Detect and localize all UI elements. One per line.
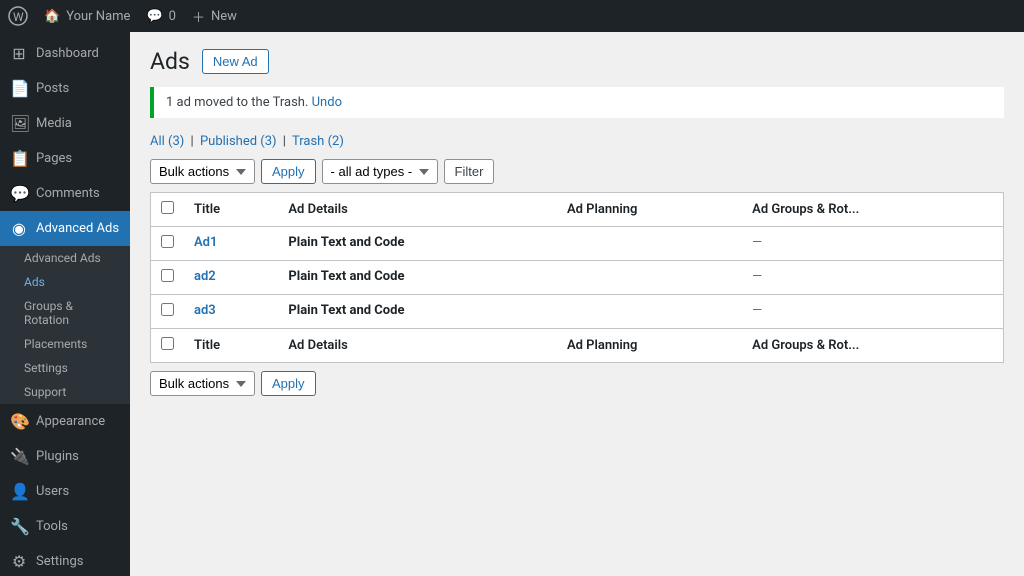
- tools-icon: 🔧: [10, 517, 28, 536]
- filter-tabs: All (3) | Published (3) | Trash (2): [150, 134, 1004, 149]
- row1-ad-planning: [557, 227, 742, 261]
- page-header: Ads New Ad: [150, 48, 1004, 75]
- comments-link[interactable]: 💬 0: [146, 9, 176, 24]
- sidebar-item-tools[interactable]: 🔧 Tools: [0, 509, 130, 544]
- svg-text:W: W: [13, 10, 24, 24]
- bulk-actions-bottom-select[interactable]: Bulk actions: [150, 371, 255, 396]
- col-ad-details-footer: Ad Details: [278, 329, 557, 363]
- col-checkbox-header: [151, 193, 185, 227]
- comments-icon: 💬: [10, 184, 28, 203]
- sidebar-item-comments[interactable]: 💬 Comments: [0, 176, 130, 211]
- select-all-footer-checkbox[interactable]: [161, 337, 174, 350]
- sidebar-item-users[interactable]: 👤 Users: [0, 474, 130, 509]
- bulk-actions-top-select[interactable]: Bulk actions: [150, 159, 255, 184]
- table-footer-row: Title Ad Details Ad Planning Ad Groups &…: [151, 329, 1004, 363]
- ad-type-filter-select[interactable]: - all ad types -: [322, 159, 438, 184]
- col-ad-groups-header: Ad Groups & Rot...: [742, 193, 1003, 227]
- row2-ad-planning: [557, 261, 742, 295]
- apply-top-button[interactable]: Apply: [261, 159, 316, 184]
- row3-check[interactable]: [161, 303, 174, 316]
- dashboard-icon: ⊞: [10, 44, 28, 63]
- row1-check[interactable]: [161, 235, 174, 248]
- tablenav-top: Bulk actions Apply - all ad types - Filt…: [150, 159, 1004, 184]
- comment-icon: 💬: [146, 9, 162, 24]
- submenu-item-advanced-ads[interactable]: Advanced Ads: [0, 246, 130, 270]
- sidebar-item-dashboard[interactable]: ⊞ Dashboard: [0, 36, 130, 71]
- admin-sidebar: ⊞ Dashboard 📄 Posts 🖼 Media 📋 Pages 💬 Co…: [0, 32, 130, 576]
- filter-tab-all[interactable]: All (3): [150, 134, 184, 149]
- ad3-link[interactable]: ad3: [194, 303, 216, 318]
- appearance-icon: 🎨: [10, 412, 28, 431]
- plugins-icon: 🔌: [10, 447, 28, 466]
- posts-icon: 📄: [10, 79, 28, 98]
- filter-button[interactable]: Filter: [444, 159, 495, 184]
- filter-tab-trash[interactable]: Trash (2): [292, 134, 344, 149]
- new-content-link[interactable]: ＋ New: [192, 7, 237, 26]
- settings-icon: ⚙: [10, 552, 28, 571]
- pages-icon: 📋: [10, 149, 28, 168]
- select-all-checkbox[interactable]: [161, 201, 174, 214]
- row2-title: ad2: [184, 261, 278, 295]
- row3-checkbox: [151, 295, 185, 329]
- sidebar-item-plugins[interactable]: 🔌 Plugins: [0, 439, 130, 474]
- row2-ad-details: Plain Text and Code: [278, 261, 557, 295]
- row3-ad-details: Plain Text and Code: [278, 295, 557, 329]
- sidebar-item-advanced-ads[interactable]: ◉ Advanced Ads: [0, 211, 130, 246]
- trash-notice: 1 ad moved to the Trash. Undo: [150, 87, 1004, 118]
- page-title: Ads: [150, 48, 190, 75]
- row1-title: Ad1: [184, 227, 278, 261]
- main-content: Ads New Ad 1 ad moved to the Trash. Undo…: [130, 32, 1024, 576]
- submenu-item-placements[interactable]: Placements: [0, 332, 130, 356]
- users-icon: 👤: [10, 482, 28, 501]
- sidebar-item-appearance[interactable]: 🎨 Appearance: [0, 404, 130, 439]
- sidebar-item-settings[interactable]: ⚙ Settings: [0, 544, 130, 576]
- filter-tab-published[interactable]: Published (3): [200, 134, 277, 149]
- col-ad-planning-header: Ad Planning: [557, 193, 742, 227]
- sidebar-item-pages[interactable]: 📋 Pages: [0, 141, 130, 176]
- submenu-item-ads[interactable]: Ads: [0, 270, 130, 294]
- row3-ad-planning: [557, 295, 742, 329]
- submenu-item-support[interactable]: Support: [0, 380, 130, 404]
- row2-ad-groups: —: [742, 261, 1003, 295]
- row3-title: ad3: [184, 295, 278, 329]
- ad1-link[interactable]: Ad1: [194, 235, 217, 250]
- new-ad-button[interactable]: New Ad: [202, 49, 269, 74]
- advanced-ads-icon: ◉: [10, 219, 28, 238]
- undo-link[interactable]: Undo: [312, 95, 342, 110]
- col-checkbox-footer: [151, 329, 185, 363]
- col-ad-details-header: Ad Details: [278, 193, 557, 227]
- row3-ad-groups: —: [742, 295, 1003, 329]
- ad2-link[interactable]: ad2: [194, 269, 216, 284]
- media-icon: 🖼: [10, 114, 28, 133]
- apply-bottom-button[interactable]: Apply: [261, 371, 316, 396]
- col-ad-groups-footer: Ad Groups & Rot...: [742, 329, 1003, 363]
- site-name[interactable]: 🏠 Your Name: [44, 9, 130, 24]
- row2-checkbox: [151, 261, 185, 295]
- table-header-row: Title Ad Details Ad Planning Ad Groups &…: [151, 193, 1004, 227]
- ads-table: Title Ad Details Ad Planning Ad Groups &…: [150, 192, 1004, 363]
- submenu-item-groups[interactable]: Groups & Rotation: [0, 294, 130, 332]
- table-row: ad3 Plain Text and Code —: [151, 295, 1004, 329]
- submenu-item-settings[interactable]: Settings: [0, 356, 130, 380]
- col-title-footer: Title: [184, 329, 278, 363]
- row1-ad-details: Plain Text and Code: [278, 227, 557, 261]
- plus-icon: ＋: [192, 7, 205, 26]
- notice-text: 1 ad moved to the Trash.: [166, 95, 308, 110]
- row1-ad-groups: —: [742, 227, 1003, 261]
- tablenav-bottom: Bulk actions Apply: [150, 371, 1004, 396]
- wp-logo[interactable]: W: [8, 6, 28, 26]
- row1-checkbox: [151, 227, 185, 261]
- col-ad-planning-footer: Ad Planning: [557, 329, 742, 363]
- table-row: ad2 Plain Text and Code —: [151, 261, 1004, 295]
- house-icon: 🏠: [44, 9, 60, 24]
- admin-bar: W 🏠 Your Name 💬 0 ＋ New: [0, 0, 1024, 32]
- col-title-header: Title: [184, 193, 278, 227]
- sidebar-item-posts[interactable]: 📄 Posts: [0, 71, 130, 106]
- row2-check[interactable]: [161, 269, 174, 282]
- sidebar-item-media[interactable]: 🖼 Media: [0, 106, 130, 141]
- table-row: Ad1 Plain Text and Code —: [151, 227, 1004, 261]
